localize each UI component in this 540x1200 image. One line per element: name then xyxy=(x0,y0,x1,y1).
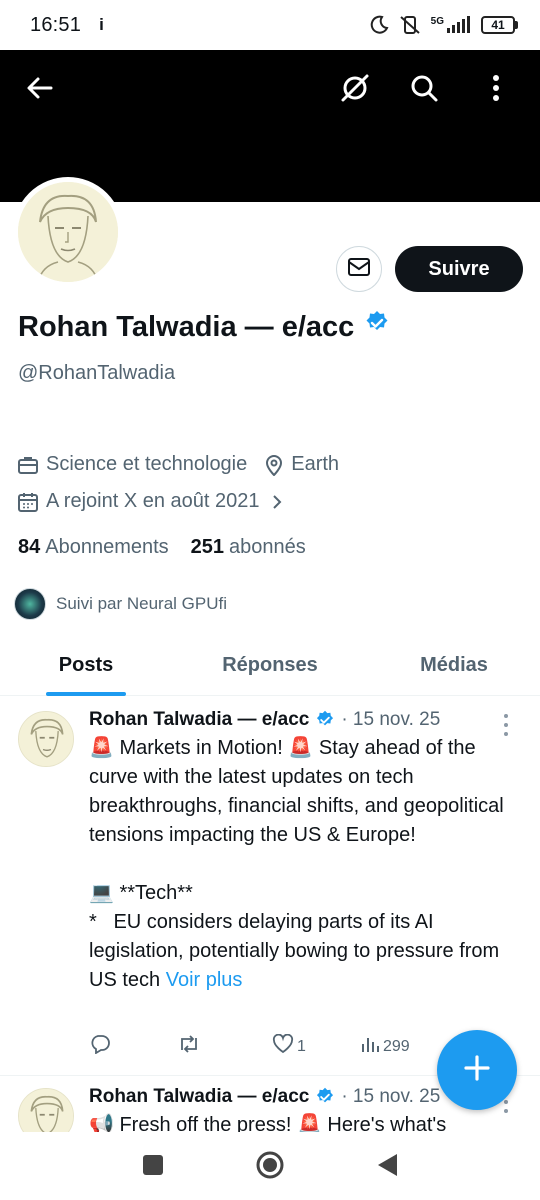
following-stat[interactable]: 84 Abonnements xyxy=(18,536,169,559)
repost-icon xyxy=(177,1034,201,1059)
status-time: 16:51 xyxy=(30,13,82,36)
moon-icon xyxy=(369,15,389,35)
like-button[interactable]: 1 xyxy=(272,1033,306,1059)
post-author[interactable]: Rohan Talwadia — e/acc xyxy=(89,1086,309,1108)
post-avatar[interactable] xyxy=(18,711,74,767)
siren-emoji-icon: 🚨 xyxy=(89,737,114,759)
network-type: 5G xyxy=(430,16,444,27)
signal-icon: 5G xyxy=(431,16,471,34)
tab-media[interactable]: Médias xyxy=(400,634,508,696)
square-icon xyxy=(142,1154,164,1181)
views-chart-icon xyxy=(360,1034,380,1059)
search-button[interactable] xyxy=(400,66,448,114)
compose-post-button[interactable] xyxy=(437,1030,517,1110)
post-date: · 15 nov. 25 xyxy=(341,709,441,730)
battery-level: 41 xyxy=(481,16,515,34)
triangle-back-icon xyxy=(375,1152,399,1183)
post-header: Rohan Talwadia — e/acc · 15 nov. 25 xyxy=(89,1086,440,1108)
heart-icon xyxy=(272,1033,294,1059)
followers-count: 251 xyxy=(190,536,225,558)
grok-button[interactable] xyxy=(331,66,379,114)
post-header: Rohan Talwadia — e/acc · 15 nov. 25 xyxy=(89,709,440,731)
chevron-right-icon xyxy=(272,494,282,510)
followers-label: abonnés xyxy=(229,536,306,558)
reply-icon xyxy=(89,1034,111,1059)
tab-replies[interactable]: Réponses xyxy=(200,634,340,696)
more-button[interactable] xyxy=(472,66,520,114)
status-icons: 5G 41 xyxy=(369,15,518,35)
calendar-icon xyxy=(18,492,38,512)
post-date: · 15 nov. 25 xyxy=(341,1086,441,1107)
back-button[interactable] xyxy=(16,66,64,114)
following-count: 84 xyxy=(18,536,41,558)
location-pin-icon xyxy=(265,454,283,476)
post-text-part: Markets in Motion! xyxy=(113,737,289,759)
followed-by[interactable]: Suivi par Neural GPUfi xyxy=(14,588,227,620)
siren-emoji-icon: 🚨 xyxy=(296,1114,322,1132)
siren-emoji-icon: 🚨 xyxy=(288,737,314,759)
arrow-left-icon xyxy=(25,73,55,108)
post-avatar[interactable] xyxy=(18,1088,74,1132)
post-tech-item: * EU considers delaying parts of its AI … xyxy=(89,911,505,991)
laptop-emoji-icon: 💻 xyxy=(89,882,114,904)
tab-posts[interactable]: Posts xyxy=(46,634,126,696)
message-button[interactable] xyxy=(336,246,382,292)
profile-location: Earth xyxy=(291,453,340,475)
display-name-text: Rohan Talwadia — e/acc xyxy=(18,310,355,343)
briefcase-icon xyxy=(18,455,38,475)
repost-button[interactable] xyxy=(177,1034,204,1059)
followed-by-text: Suivi par Neural GPUfi xyxy=(56,594,228,613)
plus-icon xyxy=(462,1053,492,1088)
grok-icon xyxy=(339,72,371,109)
like-count: 1 xyxy=(297,1037,306,1055)
post-text-part: Fresh off the press! xyxy=(113,1114,297,1132)
profile-tabs: Posts Réponses Médias xyxy=(0,634,540,696)
follow-button[interactable]: Suivre xyxy=(395,246,523,292)
post-item[interactable]: Rohan Talwadia — e/acc · 15 nov. 25 🚨 Ma… xyxy=(0,697,540,1075)
post-text: 📢 Fresh off the press! 🚨 Here's what's xyxy=(89,1111,529,1132)
see-more-link[interactable]: Voir plus xyxy=(166,969,243,991)
battery-icon: 41 xyxy=(481,16,518,34)
search-icon xyxy=(409,73,439,108)
profile-joined: A rejoint X en août 2021 xyxy=(46,490,260,512)
circle-icon xyxy=(255,1150,285,1185)
vibrate-off-icon xyxy=(399,15,421,35)
reply-button[interactable] xyxy=(89,1034,114,1059)
profile-handle: @RohanTalwadia xyxy=(18,362,176,384)
post-author[interactable]: Rohan Talwadia — e/acc xyxy=(89,709,309,731)
profile-meta-row: Science et technologie Earth xyxy=(18,453,339,476)
views-count: 299 xyxy=(383,1037,410,1055)
recents-button[interactable] xyxy=(136,1150,170,1184)
back-nav-button[interactable] xyxy=(370,1150,404,1184)
display-name: Rohan Talwadia — e/acc xyxy=(18,310,390,344)
views-button[interactable]: 299 xyxy=(360,1034,410,1059)
status-bar: 16:51 i 5G 41 xyxy=(0,0,540,50)
megaphone-emoji-icon: 📢 xyxy=(89,1114,114,1132)
more-vertical-icon xyxy=(492,74,500,107)
follow-stats: 84 Abonnements 251 abonnés xyxy=(18,536,306,559)
profile-category: Science et technologie xyxy=(46,453,248,475)
active-tab-indicator xyxy=(46,692,126,696)
home-button[interactable] xyxy=(253,1150,287,1184)
followers-stat[interactable]: 251 abonnés xyxy=(191,536,306,559)
post-tech-header: **Tech** xyxy=(113,882,193,904)
post-text-part: Here's what's xyxy=(321,1114,447,1132)
system-navigation-bar xyxy=(0,1132,540,1200)
envelope-icon xyxy=(347,257,371,282)
info-icon: i xyxy=(99,15,104,34)
profile-avatar[interactable] xyxy=(13,177,123,287)
joined-row[interactable]: A rejoint X en août 2021 xyxy=(18,490,290,513)
verified-badge-icon xyxy=(364,310,390,344)
follower-avatar xyxy=(14,588,46,620)
verified-badge-icon xyxy=(315,710,335,730)
following-label: Abonnements xyxy=(45,536,169,558)
verified-badge-icon xyxy=(315,1087,335,1107)
post-text: 🚨 Markets in Motion! 🚨 Stay ahead of the… xyxy=(89,734,529,995)
